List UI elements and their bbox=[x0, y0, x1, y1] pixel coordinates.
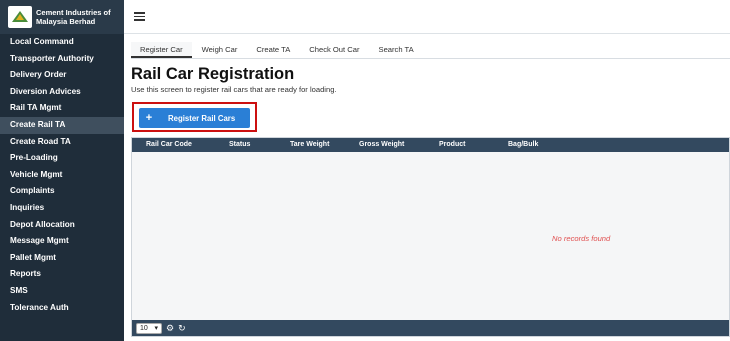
gear-icon[interactable]: ⚙ bbox=[166, 323, 174, 333]
sidebar-item-rail-ta-mgmt[interactable]: Rail TA Mgmt bbox=[0, 100, 124, 117]
tab-bar: Register Car Weigh Car Create TA Check O… bbox=[131, 42, 730, 59]
sidebar-item-create-road-ta[interactable]: Create Road TA bbox=[0, 134, 124, 151]
register-button-label: Register Rail Cars bbox=[168, 113, 236, 123]
column-header-status[interactable]: Status bbox=[229, 141, 250, 148]
rail-car-table: Rail Car Code Status Tare Weight Gross W… bbox=[131, 137, 730, 337]
chevron-down-icon: ▾ bbox=[154, 325, 158, 332]
tab-check-out-car[interactable]: Check Out Car bbox=[300, 42, 368, 58]
plus-icon: + bbox=[145, 112, 153, 124]
sidebar-item-delivery-order[interactable]: Delivery Order bbox=[0, 67, 124, 84]
sidebar-item-local-command[interactable]: Local Command bbox=[0, 34, 124, 51]
table-header: Rail Car Code Status Tare Weight Gross W… bbox=[132, 138, 729, 152]
sidebar-item-reports[interactable]: Reports bbox=[0, 266, 124, 283]
sidebar-item-depot-allocation[interactable]: Depot Allocation bbox=[0, 217, 124, 234]
register-button-highlight: + Register Rail Cars bbox=[132, 102, 257, 132]
sidebar-nav: Local Command Transporter Authority Deli… bbox=[0, 34, 124, 316]
empty-state-message: No records found bbox=[552, 234, 611, 243]
page-title: Rail Car Registration bbox=[131, 65, 295, 83]
tab-register-car[interactable]: Register Car bbox=[131, 42, 192, 58]
sidebar-item-tolerance-auth[interactable]: Tolerance Auth bbox=[0, 300, 124, 317]
brand[interactable]: Cement Industries of Malaysia Berhad bbox=[0, 0, 124, 34]
sidebar-item-transporter-authority[interactable]: Transporter Authority bbox=[0, 51, 124, 68]
sidebar-item-pallet-mgmt[interactable]: Pallet Mgmt bbox=[0, 250, 124, 267]
column-header-gross-weight[interactable]: Gross Weight bbox=[359, 141, 404, 148]
sidebar-item-message-mgmt[interactable]: Message Mgmt bbox=[0, 233, 124, 250]
sidebar-item-vehicle-mgmt[interactable]: Vehicle Mgmt bbox=[0, 167, 124, 184]
tab-weigh-car[interactable]: Weigh Car bbox=[193, 42, 247, 58]
main-area: Register Car Weigh Car Create TA Check O… bbox=[124, 0, 730, 341]
sidebar-item-pre-loading[interactable]: Pre-Loading bbox=[0, 150, 124, 167]
hamburger-menu-icon[interactable] bbox=[134, 10, 145, 23]
sidebar: Cement Industries of Malaysia Berhad Loc… bbox=[0, 0, 124, 341]
sidebar-item-diversion-advices[interactable]: Diversion Advices bbox=[0, 84, 124, 101]
column-header-rail-car-code[interactable]: Rail Car Code bbox=[146, 141, 192, 148]
table-pager: 10 ▾ ⚙ ↻ bbox=[132, 320, 729, 336]
refresh-icon[interactable]: ↻ bbox=[178, 323, 186, 333]
topbar bbox=[124, 0, 730, 34]
sidebar-item-sms[interactable]: SMS bbox=[0, 283, 124, 300]
page-size-value: 10 bbox=[140, 324, 148, 332]
content: Register Car Weigh Car Create TA Check O… bbox=[131, 42, 730, 337]
page-size-select[interactable]: 10 ▾ bbox=[136, 322, 162, 334]
brand-line2: Malaysia Berhad bbox=[36, 17, 96, 26]
sidebar-item-create-rail-ta[interactable]: Create Rail TA bbox=[0, 116, 124, 134]
tab-create-ta[interactable]: Create TA bbox=[247, 42, 299, 58]
column-header-product[interactable]: Product bbox=[439, 141, 465, 148]
table-body: No records found bbox=[132, 152, 729, 320]
sidebar-item-inquiries[interactable]: Inquiries bbox=[0, 200, 124, 217]
tab-search-ta[interactable]: Search TA bbox=[370, 42, 423, 58]
company-logo bbox=[8, 6, 32, 28]
register-rail-cars-button[interactable]: + Register Rail Cars bbox=[139, 108, 250, 128]
column-header-bag-bulk[interactable]: Bag/Bulk bbox=[508, 141, 538, 148]
sidebar-item-complaints[interactable]: Complaints bbox=[0, 183, 124, 200]
brand-name: Cement Industries of Malaysia Berhad bbox=[36, 8, 111, 26]
column-header-tare-weight[interactable]: Tare Weight bbox=[290, 141, 329, 148]
page-subtitle: Use this screen to register rail cars th… bbox=[131, 85, 337, 94]
brand-line1: Cement Industries of bbox=[36, 8, 111, 17]
